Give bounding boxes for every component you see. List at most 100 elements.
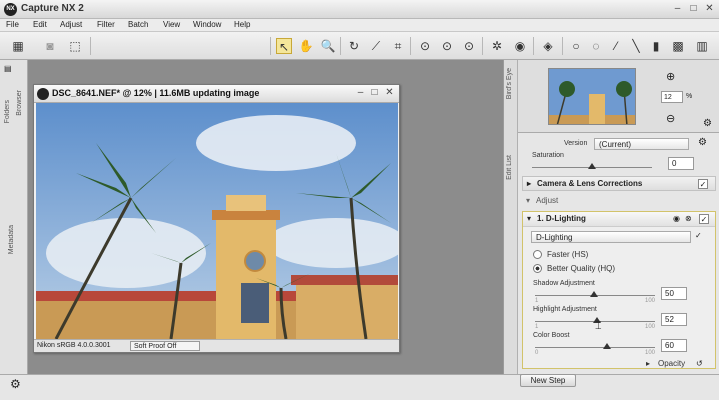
- tab-folders[interactable]: Folders: [4, 100, 11, 123]
- white-control-point-icon[interactable]: ⊙: [439, 38, 455, 54]
- opacity-reset-icon[interactable]: ↺: [696, 359, 703, 368]
- dlighting-checkbox[interactable]: ✓: [699, 214, 709, 224]
- shadow-min-tick: 1: [535, 298, 539, 304]
- expand-arrow-icon: ▸: [527, 179, 532, 188]
- highlight-max-tick: 100: [645, 324, 656, 330]
- dlighting-step-box: ▾ 1. D-Lighting ◉ ⊗ ✓ D-Lighting ✓ Faste…: [522, 211, 716, 369]
- color-control-point-icon[interactable]: ○: [568, 38, 584, 54]
- color-boost-label: Color Boost: [533, 332, 570, 339]
- birds-eye-panel: ⊕ 12 % ⊖ ⚙: [518, 60, 719, 133]
- fill-icon[interactable]: ▮: [648, 38, 664, 54]
- camera-icon[interactable]: ◙: [42, 38, 58, 54]
- soft-proof-dropdown[interactable]: Soft Proof Off: [130, 341, 200, 351]
- dlighting-header[interactable]: ▾ 1. D-Lighting ◉ ⊗ ✓: [523, 212, 715, 227]
- menu-batch[interactable]: Batch: [128, 20, 148, 29]
- menu-edit[interactable]: Edit: [33, 20, 47, 29]
- new-step-button[interactable]: New Step: [520, 374, 576, 387]
- app-title: Capture NX 2: [21, 3, 84, 14]
- step-options-icon[interactable]: ◉: [673, 214, 680, 223]
- version-label: Version: [564, 140, 588, 147]
- saturation-slider-knob[interactable]: [588, 163, 596, 169]
- camera-lens-checkbox[interactable]: ✓: [698, 179, 708, 189]
- image-window-title: DSC_8641.NEF* @ 12% | 11.6MB updating im…: [52, 88, 260, 98]
- color-boost-min-tick: 0: [535, 350, 539, 356]
- edit-list-gear-icon[interactable]: ⚙: [698, 137, 707, 148]
- compare-icon[interactable]: ▥: [694, 38, 710, 54]
- dlighting-dropdown[interactable]: D-Lighting: [531, 231, 691, 243]
- tab-edit-list[interactable]: Edit List: [506, 155, 513, 180]
- image-window: DSC_8641.NEF* @ 12% | 11.6MB updating im…: [33, 84, 400, 353]
- adjust-section-arrow-icon[interactable]: ▾: [526, 196, 530, 205]
- image-close-icon[interactable]: ✕: [383, 87, 396, 99]
- selection-control-point-icon[interactable]: ◌: [588, 38, 604, 54]
- menu-help[interactable]: Help: [234, 20, 250, 29]
- straighten-icon[interactable]: ⟋: [368, 38, 384, 54]
- tab-metadata[interactable]: Metadata: [8, 225, 15, 254]
- highlight-min-tick: 1: [535, 324, 539, 330]
- menu-file[interactable]: File: [6, 20, 19, 29]
- dlighting-pin-icon[interactable]: ✓: [695, 231, 702, 240]
- grid-icon[interactable]: ▩: [670, 38, 686, 54]
- camera-lens-section[interactable]: ▸ Camera & Lens Corrections: [522, 176, 716, 191]
- image-window-titlebar[interactable]: DSC_8641.NEF* @ 12% | 11.6MB updating im…: [34, 85, 399, 103]
- close-icon[interactable]: ✕: [703, 3, 716, 15]
- photo-canvas[interactable]: [36, 103, 398, 339]
- rotate-icon[interactable]: ↻: [346, 38, 362, 54]
- birds-eye-gear-icon[interactable]: ⚙: [703, 118, 712, 129]
- menu-window[interactable]: Window: [193, 20, 221, 29]
- selection-brush-icon[interactable]: ⁄: [608, 38, 624, 54]
- color-boost-slider-knob[interactable]: [603, 343, 611, 349]
- image-status-bar: Nikon sRGB 4.0.0.3001 Soft Proof Off: [34, 339, 399, 352]
- zoom-in-icon[interactable]: ⊕: [666, 70, 675, 83]
- adjust-label: Adjust: [536, 196, 559, 205]
- photo-image: [36, 103, 398, 339]
- opacity-label: Opacity: [658, 359, 686, 368]
- highlight-input[interactable]: 52: [661, 313, 687, 326]
- settings-gear-icon[interactable]: ⚙: [10, 377, 21, 391]
- color-boost-slider-track[interactable]: [535, 347, 655, 348]
- minimize-icon[interactable]: –: [671, 3, 684, 15]
- shadow-input[interactable]: 50: [661, 287, 687, 300]
- better-quality-radio[interactable]: [533, 264, 542, 273]
- shadow-slider-knob[interactable]: [590, 291, 599, 297]
- shadow-label: Shadow Adjustment: [533, 280, 595, 287]
- direct-select-tool-icon[interactable]: ↖: [276, 38, 292, 54]
- image-maximize-icon[interactable]: □: [368, 87, 381, 99]
- gradient-icon[interactable]: ╲: [628, 38, 644, 54]
- step-delete-icon[interactable]: ⊗: [685, 214, 692, 223]
- menu-view[interactable]: View: [163, 20, 180, 29]
- nx-logo-icon: [37, 88, 49, 100]
- color-boost-max-tick: 100: [645, 350, 656, 356]
- color-boost-input[interactable]: 60: [661, 339, 687, 352]
- saturation-label: Saturation: [532, 152, 564, 159]
- dlighting-step-title: 1. D-Lighting: [537, 214, 586, 223]
- lasso-icon[interactable]: ◈: [540, 38, 556, 54]
- zoom-out-icon[interactable]: ⊖: [666, 112, 675, 125]
- image-minimize-icon[interactable]: –: [354, 87, 367, 99]
- workspace-icon[interactable]: ▦: [10, 38, 26, 54]
- version-dropdown[interactable]: (Current): [594, 138, 689, 150]
- maximize-icon[interactable]: □: [687, 3, 700, 15]
- panel-toggle-icon[interactable]: ▤: [4, 64, 16, 78]
- tab-birds-eye[interactable]: Bird's Eye: [506, 68, 513, 99]
- hand-tool-icon[interactable]: ✋: [298, 38, 314, 54]
- saturation-input[interactable]: 0: [668, 157, 694, 170]
- mouse-cursor-icon: ⌶: [595, 320, 602, 332]
- save-icon[interactable]: ⬚: [67, 38, 83, 54]
- better-quality-label: Better Quality (HQ): [547, 264, 616, 273]
- black-control-point-icon[interactable]: ⊙: [417, 38, 433, 54]
- auto-retouch-icon[interactable]: ◉: [512, 38, 528, 54]
- neutral-control-point-icon[interactable]: ⊙: [461, 38, 477, 54]
- app-titlebar: NX Capture NX 2 – □ ✕: [0, 0, 719, 19]
- zoom-input[interactable]: 12: [661, 91, 683, 103]
- tab-browser[interactable]: Browser: [16, 90, 23, 116]
- opacity-arrow-icon[interactable]: ▸: [646, 359, 650, 368]
- faster-radio[interactable]: [533, 250, 542, 259]
- birds-eye-thumbnail[interactable]: [548, 68, 636, 125]
- menu-filter[interactable]: Filter: [97, 20, 115, 29]
- camera-lens-label: Camera & Lens Corrections: [537, 179, 643, 188]
- zoom-tool-icon[interactable]: 🔍: [320, 38, 336, 54]
- red-eye-icon[interactable]: ✲: [489, 38, 505, 54]
- crop-icon[interactable]: ⌗: [390, 38, 406, 54]
- menu-adjust[interactable]: Adjust: [60, 20, 82, 29]
